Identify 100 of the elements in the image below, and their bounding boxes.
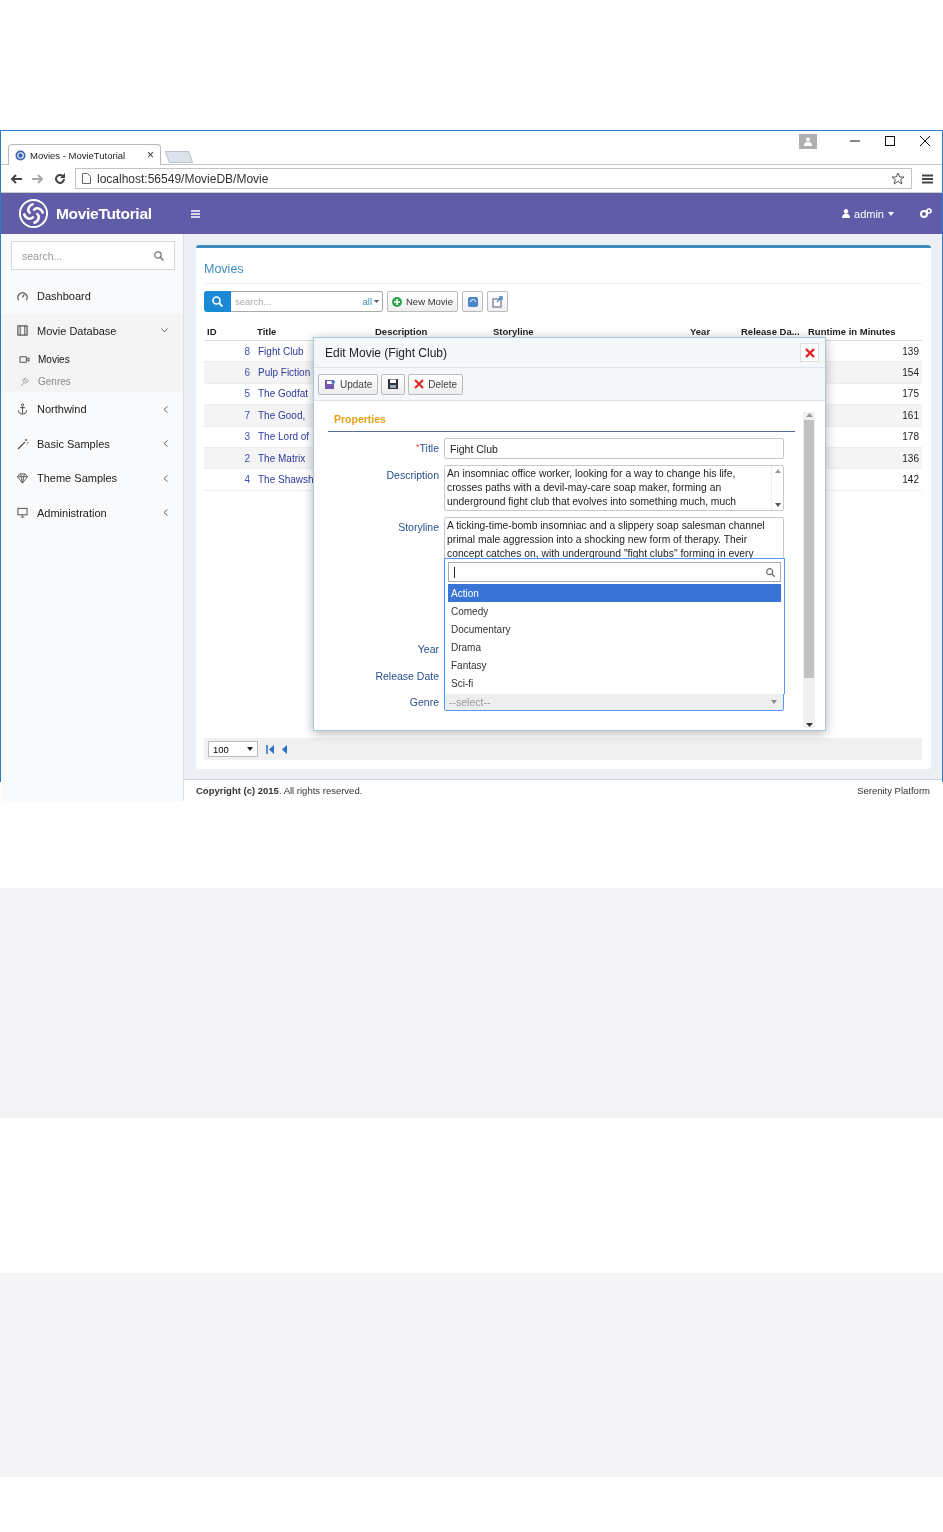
- table-cell: 178: [902, 431, 919, 443]
- dropdown-option[interactable]: Fantasy: [448, 656, 781, 674]
- table-link[interactable]: The Good,: [258, 409, 306, 421]
- page-size-select[interactable]: 100: [208, 741, 258, 757]
- chevron-left-icon[interactable]: [163, 509, 168, 517]
- page-title: Movies: [204, 262, 244, 276]
- menu-icon[interactable]: [191, 209, 200, 218]
- caret-icon: [374, 300, 379, 303]
- chevron-left-icon[interactable]: [163, 405, 168, 413]
- field-label: *Title: [416, 442, 439, 454]
- search-icon[interactable]: [766, 567, 775, 577]
- table-cell: 142: [902, 474, 919, 486]
- sidebar-item[interactable]: Theme Samples: [1, 461, 183, 496]
- sidebar-item[interactable]: Dashboard: [1, 279, 183, 314]
- sidebar-item[interactable]: Movie Database: [1, 313, 183, 348]
- column-header[interactable]: Runtime in Minutes: [808, 325, 896, 337]
- address-bar[interactable]: localhost:56549/MovieDB/Movie: [75, 168, 912, 189]
- update-button[interactable]: Update: [318, 373, 379, 395]
- table-cell-text: 4: [243, 474, 251, 486]
- field-label: Description: [386, 469, 439, 481]
- app-logo-icon: [15, 149, 26, 161]
- table-link[interactable]: The Matrix: [258, 452, 306, 464]
- column-header[interactable]: Title: [257, 325, 277, 337]
- pin-icon: [19, 375, 30, 387]
- back-arrow-icon[interactable]: [10, 173, 22, 184]
- field-label: Genre: [409, 696, 439, 708]
- dropdown-option[interactable]: Action: [448, 584, 781, 602]
- search-icon[interactable]: [212, 296, 223, 307]
- table-link[interactable]: The Lord of: [258, 431, 310, 443]
- video-camera-icon: [19, 354, 30, 364]
- plus-icon: [392, 296, 402, 307]
- chevron-left-icon[interactable]: [163, 474, 168, 482]
- scroll-down-icon[interactable]: [805, 723, 813, 728]
- table-cell: 161: [902, 409, 919, 421]
- column-header[interactable]: Description: [375, 325, 428, 337]
- scroll-down-icon[interactable]: [774, 503, 781, 507]
- minimize-icon[interactable]: [849, 140, 860, 142]
- chevron-down-icon[interactable]: [161, 328, 168, 334]
- forward-arrow-icon[interactable]: [32, 173, 44, 184]
- dropdown-option[interactable]: Documentary: [448, 620, 781, 638]
- column-header[interactable]: Year: [690, 325, 711, 337]
- reload-icon[interactable]: [54, 172, 66, 185]
- refresh-button[interactable]: [462, 291, 483, 312]
- star-icon[interactable]: [891, 171, 905, 186]
- browser-tab[interactable]: Movies - MovieTutorial ×: [8, 144, 161, 165]
- sidebar-item[interactable]: Administration: [1, 495, 183, 530]
- column-header[interactable]: ID: [207, 325, 217, 337]
- dropdown-option[interactable]: Comedy: [448, 602, 781, 620]
- brand-name: MovieTutorial: [56, 204, 153, 223]
- column-picker-button[interactable]: [487, 291, 508, 312]
- previous-page-icon[interactable]: [282, 744, 287, 754]
- table-link[interactable]: The Godfat: [258, 388, 309, 400]
- table-cell-text: 3: [243, 431, 251, 443]
- close-icon[interactable]: [919, 136, 930, 146]
- sidebar-item[interactable]: Basic Samples: [1, 426, 183, 461]
- dropdown-option[interactable]: Drama: [448, 638, 781, 656]
- table-cell-text: 8: [243, 345, 251, 357]
- table-link[interactable]: Pulp Fiction: [258, 367, 311, 379]
- text-area[interactable]: A ticking-time-bomb insomniac and a slippery soap salesman channel primal male aggression into a shocking new form of therapy. Their concept catches on, with underground "fight clubs" forming in every: [444, 517, 784, 561]
- field-label: Release Date: [375, 670, 439, 682]
- table-cell: 136: [902, 452, 919, 464]
- new-button[interactable]: New Movie: [387, 291, 458, 312]
- input-field[interactable]: Fight Club: [444, 438, 784, 459]
- save-button[interactable]: [381, 373, 406, 395]
- dialog-title: Edit Movie (Fight Club): [325, 345, 448, 360]
- scroll-up-icon[interactable]: [805, 412, 813, 417]
- search-button[interactable]: [204, 291, 231, 312]
- scrollbar[interactable]: [803, 412, 815, 728]
- section-title: Properties: [334, 413, 386, 425]
- dropdown-option[interactable]: Sci-fi: [448, 674, 781, 692]
- text-area[interactable]: An insomniac office worker, looking for a way to change his life, crosses paths with a devil-may-care soap maker, forming an underground fight club that evolves into something much, much: [444, 465, 784, 511]
- diamond-icon: [17, 472, 29, 484]
- magic-wand-icon: [17, 437, 29, 450]
- anchor-icon: [17, 403, 29, 416]
- search-field[interactable]: [448, 562, 781, 582]
- column-header[interactable]: Storyline: [493, 325, 534, 337]
- table-link[interactable]: Fight Club: [258, 345, 304, 357]
- field-filter-dropdown[interactable]: all: [362, 296, 379, 307]
- table-cell: 175: [902, 388, 919, 400]
- column-header[interactable]: Release Da...: [741, 325, 800, 337]
- user-icon: [842, 209, 851, 218]
- table-cell: 154: [902, 367, 919, 379]
- table-cell: 139: [902, 345, 919, 357]
- maximize-icon[interactable]: [884, 136, 895, 146]
- table-cell-text: 6: [243, 367, 251, 379]
- chevron-left-icon[interactable]: [163, 440, 168, 448]
- first-page-icon[interactable]: [266, 744, 274, 754]
- sidebar-item[interactable]: Northwind: [1, 392, 183, 427]
- page-icon: [82, 173, 91, 184]
- search-icon[interactable]: [154, 251, 164, 261]
- submenu-item[interactable]: Movies: [1, 348, 183, 370]
- copyright-text: Copyright (c) 2015. All rights reserved.: [196, 785, 363, 796]
- delete-button[interactable]: Delete: [408, 373, 464, 395]
- settings-icon[interactable]: [920, 208, 932, 219]
- search-field[interactable]: search...: [11, 241, 175, 270]
- table-link[interactable]: The Shawsh: [258, 474, 314, 486]
- profile-icon[interactable]: [799, 133, 817, 149]
- user-menu[interactable]: admin: [842, 207, 894, 220]
- tab-close-button[interactable]: ×: [147, 148, 154, 162]
- film-icon: [17, 325, 29, 337]
